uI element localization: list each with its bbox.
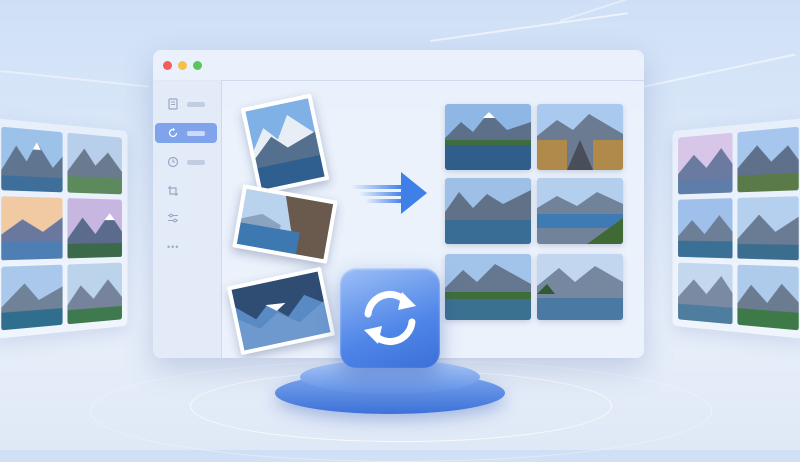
sidebar-more-button[interactable]: ••• bbox=[155, 237, 217, 257]
input-photo[interactable] bbox=[226, 266, 336, 356]
sidebar-item-label-placeholder bbox=[187, 159, 205, 165]
sidebar-item-crop[interactable] bbox=[155, 181, 217, 201]
wall-thumbnail bbox=[1, 264, 63, 331]
wall-thumbnail bbox=[737, 196, 799, 261]
sync-icon bbox=[364, 291, 416, 345]
wall-thumbnail bbox=[1, 196, 63, 261]
sliders-icon bbox=[168, 213, 178, 223]
wall-thumbnail bbox=[678, 132, 733, 195]
output-image[interactable] bbox=[537, 104, 623, 170]
output-image[interactable] bbox=[445, 104, 531, 170]
crop-icon bbox=[168, 186, 178, 196]
light-streak bbox=[429, 12, 629, 42]
more-icon: ••• bbox=[167, 242, 180, 252]
input-photo[interactable] bbox=[240, 93, 330, 195]
wall-thumbnail bbox=[737, 126, 799, 193]
rotate-icon bbox=[168, 127, 178, 138]
sidebar-item-label-placeholder bbox=[187, 130, 205, 136]
sidebar: ••• bbox=[153, 80, 222, 358]
wall-thumbnail bbox=[67, 262, 122, 325]
right-image-wall bbox=[672, 118, 800, 339]
maximize-window-button[interactable] bbox=[193, 60, 202, 70]
sidebar-item-adjust[interactable] bbox=[155, 208, 217, 228]
sidebar-item-history[interactable] bbox=[155, 152, 217, 172]
window-titlebar bbox=[153, 50, 644, 81]
wall-thumbnail bbox=[67, 198, 122, 259]
document-icon bbox=[168, 98, 178, 110]
sync-badge[interactable] bbox=[340, 268, 440, 368]
output-image[interactable] bbox=[445, 254, 531, 320]
close-window-button[interactable] bbox=[163, 60, 172, 70]
wall-thumbnail bbox=[737, 264, 799, 331]
sidebar-item-rotate[interactable] bbox=[155, 123, 217, 143]
wall-thumbnail bbox=[678, 198, 733, 259]
light-streak bbox=[0, 70, 150, 88]
output-image[interactable] bbox=[537, 254, 623, 320]
clock-icon bbox=[167, 156, 179, 168]
minimize-window-button[interactable] bbox=[178, 60, 187, 70]
wall-thumbnail bbox=[678, 262, 733, 325]
output-image[interactable] bbox=[445, 178, 531, 244]
sidebar-item-label-placeholder bbox=[187, 101, 205, 107]
wall-thumbnail bbox=[67, 132, 122, 195]
input-photo[interactable] bbox=[232, 184, 338, 264]
left-image-wall bbox=[0, 118, 128, 339]
sidebar-item-document[interactable] bbox=[155, 94, 217, 114]
wall-thumbnail bbox=[1, 126, 63, 193]
arrow-right-icon bbox=[351, 172, 427, 214]
output-image[interactable] bbox=[537, 178, 623, 244]
